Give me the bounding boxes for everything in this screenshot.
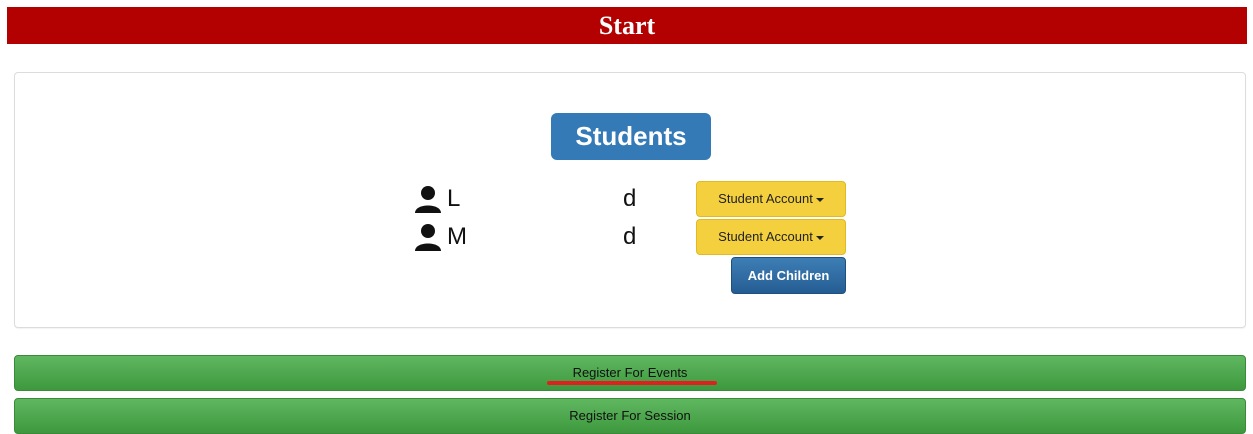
student-account-dropdown[interactable]: Student Account: [696, 219, 846, 255]
register-events-label: Register For Events: [572, 365, 688, 380]
students-panel: Students L d Student Account M d Student…: [14, 72, 1246, 328]
student-name-end: d: [623, 185, 637, 212]
student-name-end: d: [623, 223, 637, 250]
student-account-dropdown[interactable]: Student Account: [696, 181, 846, 217]
add-children-button[interactable]: Add Children: [731, 257, 846, 294]
student-account-label: Student Account: [718, 229, 813, 244]
register-session-button[interactable]: Register For Session: [14, 398, 1246, 434]
person-icon: [415, 224, 441, 251]
caret-down-icon: [815, 197, 824, 202]
register-session-label: Register For Session: [569, 408, 691, 423]
page-title: Start: [598, 11, 656, 40]
person-icon: [415, 186, 441, 213]
students-heading: Students: [551, 113, 711, 160]
student-name: M: [447, 223, 467, 250]
page-header: Start: [7, 7, 1247, 44]
annotation-underline: [547, 381, 717, 385]
student-name: L: [447, 185, 461, 212]
caret-down-icon: [815, 235, 824, 240]
student-account-label: Student Account: [718, 191, 813, 206]
register-events-button[interactable]: Register For Events: [14, 355, 1246, 391]
